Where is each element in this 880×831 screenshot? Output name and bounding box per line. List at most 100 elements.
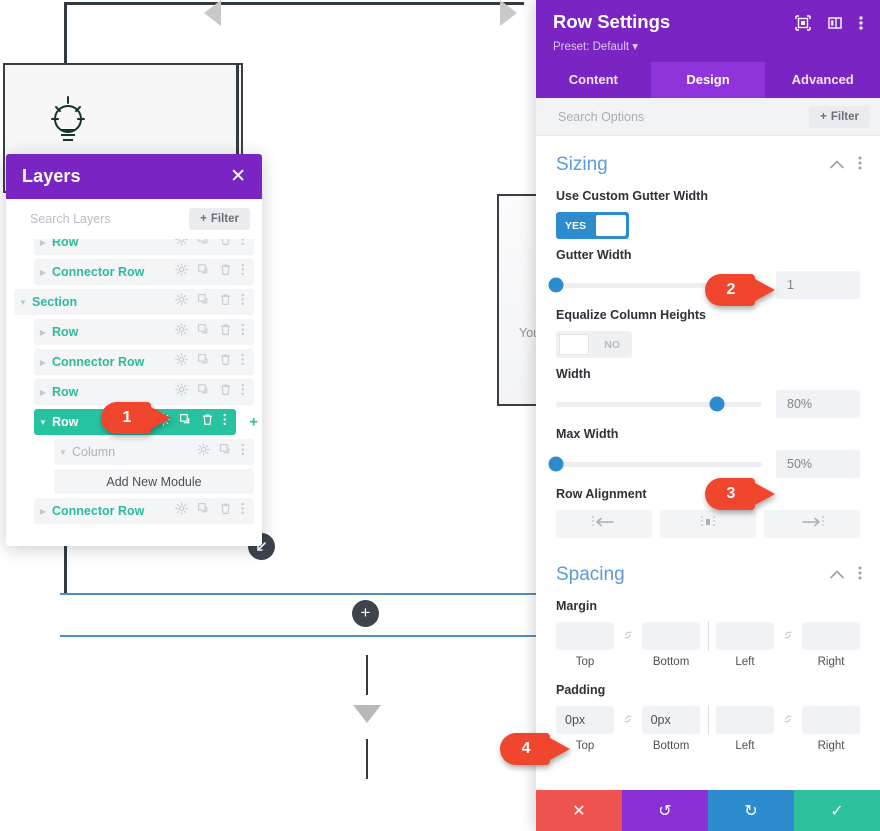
trash-icon[interactable] bbox=[219, 263, 232, 281]
trash-icon[interactable] bbox=[219, 293, 232, 311]
link-values-icon[interactable] bbox=[614, 713, 642, 728]
layer-row-section[interactable]: ▼ Section bbox=[14, 289, 254, 315]
kebab-icon[interactable] bbox=[241, 263, 245, 281]
kebab-icon[interactable] bbox=[241, 502, 245, 520]
align-center-button[interactable] bbox=[660, 510, 756, 538]
max-width-slider[interactable] bbox=[548, 456, 762, 472]
split-view-icon[interactable] bbox=[827, 15, 843, 36]
layer-row-actions[interactable] bbox=[174, 263, 255, 281]
margin-top-input[interactable] bbox=[556, 622, 614, 650]
gear-icon[interactable] bbox=[174, 323, 188, 341]
add-new-module-button[interactable]: Add New Module bbox=[54, 469, 254, 494]
padding-top-input[interactable]: 0px bbox=[556, 706, 614, 734]
caret-right-icon[interactable]: ▶ bbox=[34, 239, 52, 247]
redo-button[interactable]: ↻ bbox=[708, 790, 794, 831]
caret-down-icon[interactable]: ▼ bbox=[54, 448, 72, 457]
caret-right-icon[interactable]: ▶ bbox=[34, 388, 52, 397]
width-slider[interactable] bbox=[556, 396, 762, 412]
margin-inputs[interactable] bbox=[536, 621, 880, 651]
margin-bottom-input[interactable] bbox=[641, 622, 700, 650]
layer-row-row[interactable]: ▶ Row bbox=[34, 239, 254, 255]
layer-row-connector-row[interactable]: ▶ Connector Row bbox=[34, 349, 254, 375]
caret-right-icon[interactable]: ▶ bbox=[34, 358, 52, 367]
duplicate-icon[interactable] bbox=[197, 502, 210, 520]
kebab-icon[interactable] bbox=[241, 443, 245, 461]
trash-icon[interactable] bbox=[219, 502, 232, 520]
add-section-button[interactable]: + bbox=[352, 600, 379, 627]
duplicate-icon[interactable] bbox=[219, 443, 232, 461]
layers-list[interactable]: ▶ Row ▶ Connector Row ▼ Section ▶ Row ▶ Connector… bbox=[6, 239, 262, 546]
layers-filter-button[interactable]: + Filter bbox=[189, 208, 250, 230]
caret-right-icon[interactable]: ▶ bbox=[34, 268, 52, 277]
equalize-column-heights-toggle[interactable]: NO bbox=[556, 331, 632, 358]
close-icon[interactable]: ✕ bbox=[230, 167, 246, 186]
kebab-icon[interactable] bbox=[241, 323, 245, 341]
tab-design[interactable]: Design bbox=[650, 62, 766, 98]
align-left-button[interactable] bbox=[556, 510, 652, 538]
kebab-icon[interactable] bbox=[858, 566, 862, 585]
cancel-button[interactable]: ✕ bbox=[536, 790, 622, 831]
settings-tabs[interactable]: Content Design Advanced bbox=[536, 62, 880, 98]
slider-knob[interactable] bbox=[548, 456, 564, 472]
layer-row-connector-row[interactable]: ▶ Connector Row bbox=[34, 498, 254, 524]
search-options-input[interactable]: Search Options bbox=[558, 110, 644, 124]
trash-icon[interactable] bbox=[219, 239, 232, 251]
trash-icon[interactable] bbox=[201, 413, 214, 431]
fullscreen-icon[interactable] bbox=[795, 15, 811, 36]
gear-icon[interactable] bbox=[174, 383, 188, 401]
layer-row-connector-row[interactable]: ▶ Connector Row bbox=[34, 259, 254, 285]
chevron-up-icon[interactable] bbox=[830, 156, 844, 174]
search-layers-input[interactable]: Search Layers bbox=[30, 212, 111, 226]
margin-right-input[interactable] bbox=[802, 622, 860, 650]
caret-right-icon[interactable]: ▶ bbox=[34, 507, 52, 516]
layer-row-actions[interactable] bbox=[174, 502, 255, 520]
link-values-icon[interactable] bbox=[774, 713, 802, 728]
use-custom-gutter-width-toggle[interactable]: YES bbox=[556, 212, 629, 239]
max-width-input[interactable]: 50% bbox=[776, 450, 860, 478]
kebab-icon[interactable] bbox=[223, 413, 227, 431]
trash-icon[interactable] bbox=[219, 383, 232, 401]
kebab-icon[interactable] bbox=[241, 383, 245, 401]
kebab-icon[interactable] bbox=[241, 353, 245, 371]
duplicate-icon[interactable] bbox=[179, 413, 192, 431]
layer-row-actions[interactable] bbox=[174, 293, 255, 311]
trash-icon[interactable] bbox=[219, 323, 232, 341]
gutter-width-input[interactable]: 1 bbox=[776, 271, 860, 299]
undo-button[interactable]: ↺ bbox=[622, 790, 708, 831]
slider-knob[interactable] bbox=[709, 396, 725, 412]
add-row-icon[interactable]: + bbox=[249, 414, 258, 431]
layer-row-column[interactable]: ▼ Column bbox=[54, 439, 254, 465]
gear-icon[interactable] bbox=[174, 263, 188, 281]
tab-content[interactable]: Content bbox=[536, 62, 651, 98]
trash-icon[interactable] bbox=[219, 353, 232, 371]
duplicate-icon[interactable] bbox=[197, 323, 210, 341]
layer-row-row[interactable]: ▶ Row bbox=[34, 319, 254, 345]
width-input[interactable]: 80% bbox=[776, 390, 860, 418]
kebab-icon[interactable] bbox=[241, 293, 245, 311]
settings-footer-actions[interactable]: ✕ ↺ ↻ ✓ bbox=[536, 790, 880, 831]
gear-icon[interactable] bbox=[174, 239, 188, 251]
options-filter-button[interactable]: + Filter bbox=[809, 105, 870, 128]
save-button[interactable]: ✓ bbox=[794, 790, 880, 831]
kebab-icon[interactable] bbox=[241, 239, 245, 251]
caret-down-icon[interactable]: ▼ bbox=[14, 298, 32, 307]
gear-icon[interactable] bbox=[196, 443, 210, 461]
layer-row-actions[interactable] bbox=[174, 353, 255, 371]
preset-selector[interactable]: Preset: Default ▾ bbox=[553, 39, 863, 53]
caret-down-icon[interactable]: ▼ bbox=[34, 418, 52, 427]
chevron-up-icon[interactable] bbox=[830, 566, 844, 584]
link-values-icon[interactable] bbox=[614, 629, 642, 644]
link-values-icon[interactable] bbox=[774, 629, 802, 644]
gear-icon[interactable] bbox=[174, 353, 188, 371]
spacing-section-header[interactable]: Spacing bbox=[536, 538, 880, 590]
duplicate-icon[interactable] bbox=[197, 239, 210, 251]
padding-inputs[interactable]: 0px 0px bbox=[536, 705, 880, 735]
kebab-icon[interactable] bbox=[859, 15, 863, 36]
duplicate-icon[interactable] bbox=[197, 383, 210, 401]
layer-row-actions[interactable] bbox=[196, 443, 255, 461]
duplicate-icon[interactable] bbox=[197, 293, 210, 311]
padding-left-input[interactable] bbox=[716, 706, 775, 734]
padding-right-input[interactable] bbox=[802, 706, 860, 734]
gear-icon[interactable] bbox=[174, 502, 188, 520]
sizing-section-header[interactable]: Sizing bbox=[536, 136, 880, 180]
